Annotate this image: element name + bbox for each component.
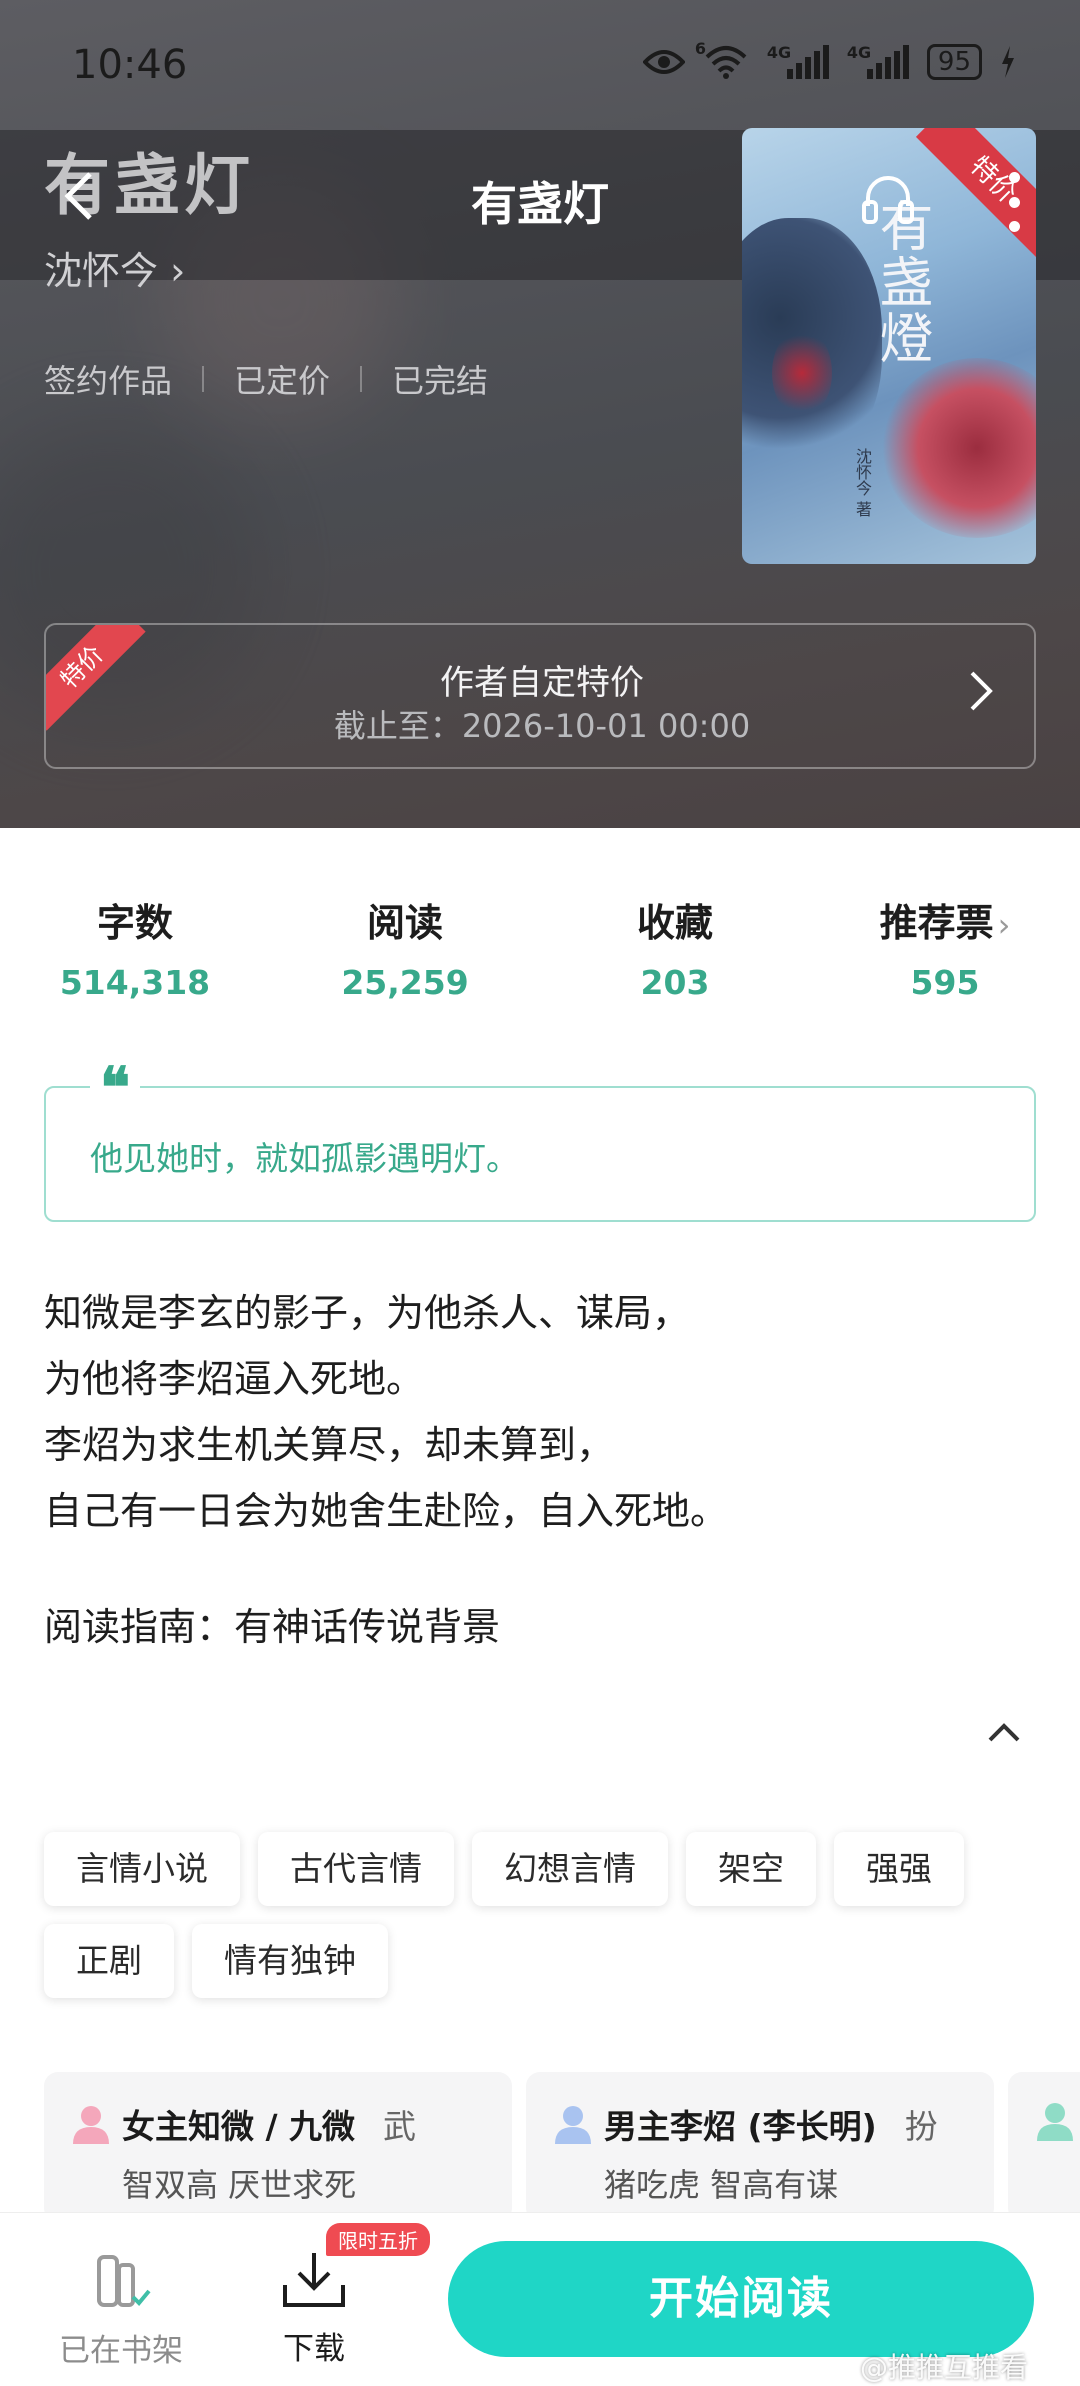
stat-value: 25,259 <box>341 963 469 1002</box>
more-options-icon[interactable] <box>1002 172 1026 232</box>
stat-label: 阅读 <box>366 901 443 945</box>
status-icons: 6 4G 4G 95 <box>642 39 1016 80</box>
tag-chip[interactable]: 古代言情 <box>258 1832 454 1906</box>
synopsis-line: 自己有一日会为她舍生赴险，自入死地。 <box>44 1489 729 1533</box>
synopsis-line: 知微是李玄的影子，为他杀人、谋局， <box>44 1291 691 1335</box>
avatar-icon <box>1037 2103 1073 2141</box>
stat-favorites: 收藏 203 <box>540 892 810 1002</box>
meta-completed: 已完结 <box>392 362 489 400</box>
watermark: @推推互推看 <box>860 2351 1029 2384</box>
signal-label: 4G <box>766 43 792 62</box>
status-time: 10:46 <box>72 42 188 88</box>
cover-ink <box>772 328 832 418</box>
chevron-right-icon: › <box>997 906 1011 944</box>
character-card[interactable]: 女主知微 / 九微 武 智双高 厌世求死 <box>44 2072 512 2212</box>
meta-divider <box>360 366 363 392</box>
stat-word-count: 字数 514,318 <box>0 892 270 1002</box>
book-hero: 10:46 6 4G 4G 95 有盏灯 有盏灯 沈怀今 › 签约作品 已定价 … <box>0 0 1080 828</box>
character-extra: 武 <box>383 2107 417 2146</box>
meta-priced: 已定价 <box>234 362 331 400</box>
character-card[interactable]: 男主李炤 (李长明) 扮 猪吃虎 智高有谋 <box>526 2072 994 2212</box>
character-card-partial[interactable] <box>1008 2072 1080 2212</box>
genre-tags: 言情小说 古代言情 幻想言情 架空 强强 正剧 情有独钟 <box>44 1832 1054 1998</box>
book-stats: 字数 514,318 阅读 25,259 收藏 203 推荐票 › 595 <box>0 892 1080 1022</box>
stat-label: 字数 <box>96 901 173 945</box>
stat-reads: 阅读 25,259 <box>270 892 540 1002</box>
stat-value: 595 <box>910 963 980 1002</box>
cover-ink <box>882 358 1036 538</box>
meta-divider <box>202 366 205 392</box>
synopsis-line: 为他将李炤逼入死地。 <box>44 1357 425 1401</box>
tag-chip[interactable]: 言情小说 <box>44 1832 240 1906</box>
character-name: 女主知微 / 九微 <box>122 2107 356 2146</box>
stat-label: 收藏 <box>636 901 713 945</box>
character-desc: 智双高 厌世求死 <box>122 2166 357 2204</box>
book-meta-row: 签约作品 已定价 已完结 <box>44 356 488 402</box>
male-avatar-icon <box>555 2106 591 2144</box>
character-extra: 扮 <box>904 2107 938 2146</box>
tag-chip[interactable]: 幻想言情 <box>472 1832 668 1906</box>
author-link[interactable]: 沈怀今 › <box>44 240 185 295</box>
character-cards: 女主知微 / 九微 武 智双高 厌世求死 男主李炤 (李长明) 扮 猪吃虎 智高… <box>44 2072 1080 2212</box>
download-button[interactable]: 下载 <box>262 2249 366 2368</box>
bookshelf-check-icon <box>97 2255 151 2307</box>
signal-label: 4G <box>846 43 872 62</box>
stat-value: 203 <box>640 963 710 1002</box>
meta-signed: 签约作品 <box>44 362 173 400</box>
tagline-quote: ❝ 他见她时，就如孤影遇明灯。 <box>44 1060 1036 1222</box>
stat-recommend-votes[interactable]: 推荐票 › 595 <box>810 892 1080 1002</box>
wifi-icon: 6 <box>695 39 749 79</box>
quote-text: 他见她时，就如孤影遇明灯。 <box>90 1139 519 1178</box>
stat-label: 推荐票 <box>879 901 994 945</box>
synopsis: 知微是李玄的影子，为他杀人、谋局， 为他将李炤逼入死地。 李炤为求生机关算尽，却… <box>44 1280 728 1544</box>
start-reading-button[interactable]: 开始阅读 <box>448 2241 1034 2357</box>
promo-title: 作者自定特价 <box>440 663 644 703</box>
tag-chip[interactable]: 架空 <box>686 1832 816 1906</box>
reading-guide: 阅读指南：有神话传说背景 <box>44 1605 501 1649</box>
cell-signal-icon: 4G <box>846 43 909 79</box>
chevron-up-icon[interactable] <box>982 1710 1026 1754</box>
promo-deadline: 截止至：2026-10-01 00:00 <box>333 707 751 745</box>
cell-signal-icon: 4G <box>766 43 829 79</box>
wifi-label: 6 <box>694 39 707 58</box>
discount-badge: 限时五折 <box>326 2223 430 2256</box>
download-icon <box>283 2253 345 2307</box>
on-shelf-label: 已在书架 <box>59 2333 183 2369</box>
tag-chip[interactable]: 正剧 <box>44 1924 174 1998</box>
character-desc: 猪吃虎 智高有谋 <box>604 2166 839 2204</box>
tag-chip[interactable]: 强强 <box>834 1832 964 1906</box>
download-label: 下载 <box>283 2331 345 2367</box>
headphone-icon[interactable] <box>860 170 916 226</box>
quote-icon: ❝ <box>90 1060 141 1116</box>
on-shelf-button[interactable]: 已在书架 <box>56 2253 186 2370</box>
female-avatar-icon <box>73 2106 109 2144</box>
charging-icon <box>1002 46 1014 78</box>
cover-author: 沈怀今 著 <box>853 448 872 518</box>
synopsis-line: 李炤为求生机关算尽，却未算到， <box>44 1423 615 1467</box>
eye-icon <box>642 50 685 74</box>
status-bar: 10:46 6 4G 4G 95 <box>0 0 1080 130</box>
tag-chip[interactable]: 情有独钟 <box>192 1924 388 1998</box>
stat-value: 514,318 <box>59 963 211 1002</box>
chevron-right-icon <box>970 671 993 711</box>
special-price-banner[interactable]: 特价 作者自定特价 截止至：2026-10-01 00:00 <box>44 623 1036 769</box>
character-name: 男主李炤 (李长明) <box>604 2107 877 2146</box>
battery-indicator: 95 <box>926 44 982 80</box>
